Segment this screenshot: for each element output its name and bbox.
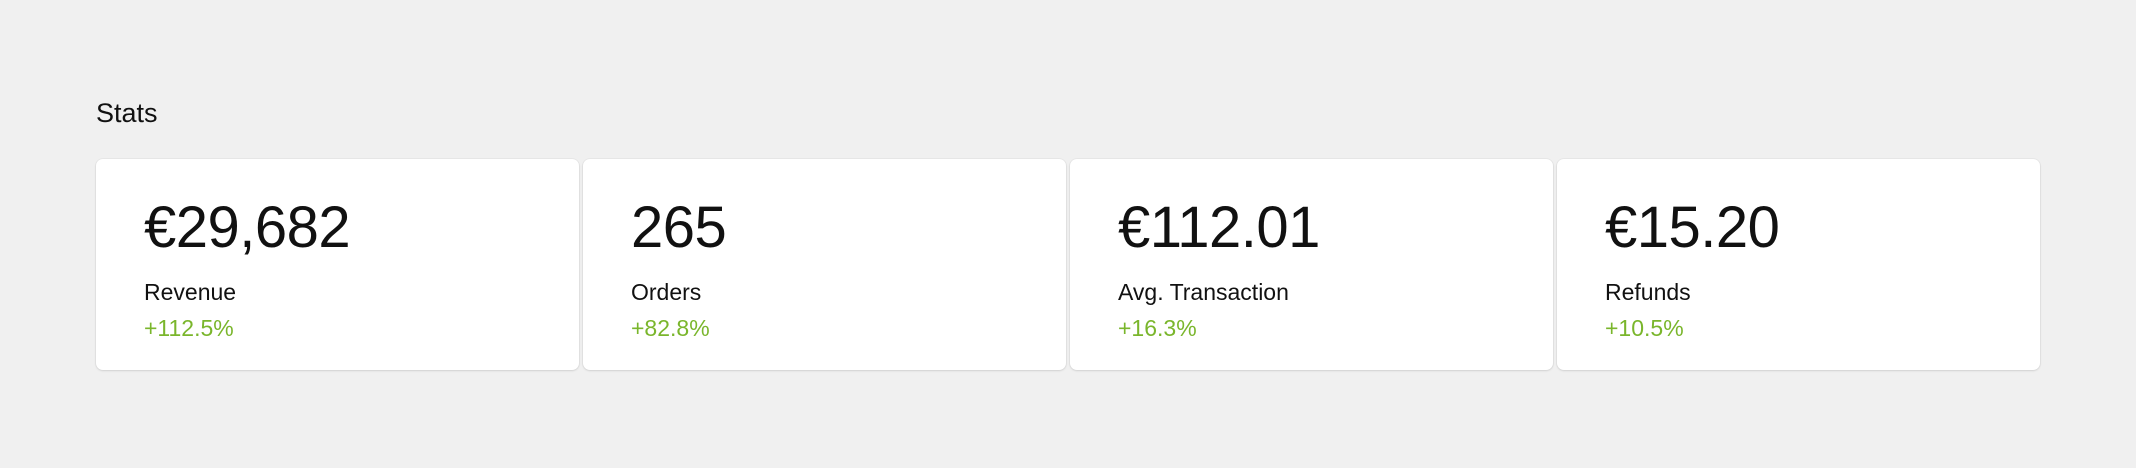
stat-value: €15.20 [1605, 195, 1780, 260]
stat-value: €29,682 [144, 195, 351, 260]
stat-change: +112.5% [144, 315, 234, 341]
stat-label: Refunds [1605, 279, 1691, 305]
stat-change: +10.5% [1605, 315, 1684, 341]
stat-label: Orders [631, 279, 702, 305]
section-title: Stats [96, 98, 158, 128]
stat-change: +82.8% [631, 315, 710, 341]
stat-card-orders: 265 Orders +82.8% [583, 159, 1066, 370]
stat-label: Revenue [144, 279, 237, 305]
stat-value: €112.01 [1118, 195, 1320, 260]
stats-page: Stats €29,682 Revenue +112.5% 265 Orders… [0, 0, 2136, 468]
stat-label: Avg. Transaction [1118, 279, 1289, 305]
stats-row: €29,682 Revenue +112.5% 265 Orders +82.8… [96, 159, 2040, 370]
stat-card-avg-transaction: €112.01 Avg. Transaction +16.3% [1070, 159, 1553, 370]
stat-card-refunds: €15.20 Refunds +10.5% [1557, 159, 2040, 370]
stat-change: +16.3% [1118, 315, 1197, 341]
stat-card-revenue: €29,682 Revenue +112.5% [96, 159, 579, 370]
stat-value: 265 [631, 195, 727, 260]
